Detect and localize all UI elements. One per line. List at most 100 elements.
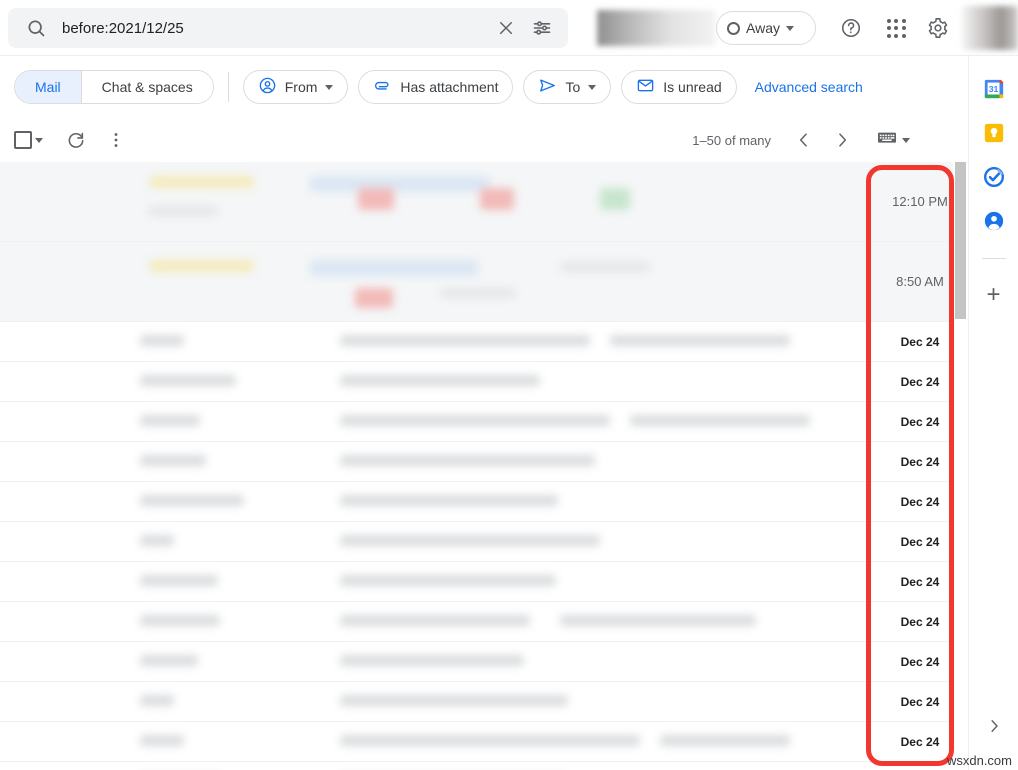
filter-chip-to-label: To (565, 79, 581, 95)
chevron-down-icon (785, 25, 794, 31)
chevron-down-icon[interactable] (902, 137, 910, 143)
top-bar: Away (0, 0, 1018, 56)
filter-chip-has-attachment-label: Has attachment (400, 79, 499, 95)
filter-divider (227, 72, 229, 102)
blurred-mail-content (600, 188, 630, 210)
refresh-icon[interactable] (59, 123, 93, 157)
gear-icon[interactable] (922, 12, 954, 44)
filter-chip-from-label: From (284, 79, 318, 95)
select-all-control[interactable] (14, 131, 43, 149)
blurred-mail-content (440, 288, 516, 298)
mail-row[interactable]: 8:50 AM (0, 242, 968, 322)
search-box[interactable] (8, 8, 568, 48)
blurred-mail-content (140, 495, 244, 506)
mail-row[interactable]: Dec 24 (0, 362, 968, 402)
contacts-icon[interactable] (983, 210, 1005, 232)
mail-list[interactable]: 12:10 PM 8:50 AM Dec 24 Dec 24 Dec 24 Dec 24 D… (0, 162, 968, 770)
blurred-mail-content (340, 495, 558, 506)
blurred-mail-content (560, 262, 650, 272)
blurred-mail-content (340, 695, 568, 706)
avatar[interactable] (962, 6, 1018, 50)
filter-chip-to[interactable]: To (523, 70, 612, 104)
pagination-controls: 1–50 of many (692, 118, 910, 162)
blurred-mail-content (355, 288, 393, 308)
person-icon (258, 76, 277, 98)
blurred-mail-content (140, 455, 206, 466)
close-icon[interactable] (488, 10, 524, 46)
blurred-mail-content (140, 415, 200, 426)
blurred-mail-content (140, 695, 174, 706)
tasks-icon[interactable] (983, 166, 1005, 188)
chevron-right-icon[interactable] (825, 123, 859, 157)
blurred-mail-content (660, 735, 790, 746)
side-panel-divider (981, 258, 1006, 259)
add-side-app-button[interactable]: + (986, 283, 1000, 307)
calendar-icon[interactable]: 31 (983, 78, 1005, 100)
mail-row[interactable]: Dec 24 (0, 522, 968, 562)
mail-row[interactable]: 12:10 PM (0, 162, 968, 242)
blurred-mail-content (310, 260, 478, 276)
chevron-down-icon (588, 84, 597, 90)
mail-row[interactable]: Dec 24 (0, 722, 968, 762)
mail-row[interactable]: Dec 24 (0, 322, 968, 362)
list-scrollbar-thumb[interactable] (955, 162, 966, 319)
blurred-mail-content (340, 375, 540, 386)
filter-chip-is-unread-label: Is unread (663, 79, 722, 95)
search-icon[interactable] (16, 8, 56, 48)
mail-row[interactable]: Dec 24 (0, 402, 968, 442)
blurred-mail-content (340, 535, 600, 546)
blurred-mail-content (630, 415, 810, 426)
tab-mail[interactable]: Mail (15, 71, 81, 103)
envelope-icon (636, 76, 655, 98)
mail-row[interactable]: Dec 24 (0, 682, 968, 722)
mail-row[interactable]: Dec 24 (0, 442, 968, 482)
chevron-down-icon[interactable] (35, 137, 43, 143)
filter-chip-is-unread[interactable]: Is unread (621, 70, 737, 104)
blurred-account-name (597, 10, 715, 46)
blurred-mail-content (150, 176, 254, 188)
checkbox-icon[interactable] (14, 131, 32, 149)
send-icon (538, 76, 557, 98)
keep-icon[interactable] (983, 122, 1005, 144)
mail-row[interactable]: Dec 24 (0, 562, 968, 602)
tab-chat-and-spaces[interactable]: Chat & spaces (81, 71, 213, 103)
blurred-mail-content (148, 206, 218, 216)
more-vertical-icon[interactable] (99, 123, 133, 157)
blurred-mail-content (610, 335, 790, 346)
status-away-button[interactable]: Away (716, 11, 816, 45)
status-label: Away (746, 20, 780, 36)
blurred-mail-content (340, 335, 590, 346)
blurred-mail-content (340, 735, 640, 746)
help-icon[interactable] (835, 12, 867, 44)
apps-grid-icon[interactable] (880, 12, 912, 44)
page-range-label: 1–50 of many (692, 132, 771, 148)
mail-row[interactable]: Dec 24 (0, 602, 968, 642)
search-input[interactable] (56, 10, 488, 46)
blurred-mail-content (140, 535, 174, 546)
chevron-left-icon[interactable] (787, 123, 821, 157)
mail-row[interactable]: Dec 24 (0, 762, 968, 770)
input-tools-control[interactable] (877, 130, 910, 150)
blurred-mail-content (480, 188, 514, 210)
svg-text:31: 31 (988, 84, 998, 94)
advanced-search-link[interactable]: Advanced search (747, 79, 871, 95)
filter-chip-has-attachment[interactable]: Has attachment (358, 70, 514, 104)
blurred-mail-content (150, 260, 254, 272)
filter-chip-from[interactable]: From (242, 70, 349, 104)
blurred-mail-content (140, 655, 198, 666)
search-filter-bar: Mail Chat & spaces From Has attachment T… (0, 56, 1018, 118)
blurred-mail-content (340, 415, 610, 426)
blurred-mail-content (340, 615, 530, 626)
mail-row[interactable]: Dec 24 (0, 642, 968, 682)
status-circle-icon (727, 21, 740, 35)
gmail-search-results-window: Away Mail Chat & spaces (0, 0, 1018, 770)
scope-segmented-control: Mail Chat & spaces (14, 70, 214, 104)
blurred-mail-content (140, 375, 236, 386)
blurred-mail-content (340, 575, 556, 586)
mail-row[interactable]: Dec 24 (0, 482, 968, 522)
blurred-mail-content (140, 575, 218, 586)
blurred-mail-content (140, 335, 184, 346)
chevron-right-icon[interactable] (985, 717, 1003, 740)
watermark: wsxdn.com (946, 753, 1012, 768)
search-options-icon[interactable] (524, 10, 560, 46)
